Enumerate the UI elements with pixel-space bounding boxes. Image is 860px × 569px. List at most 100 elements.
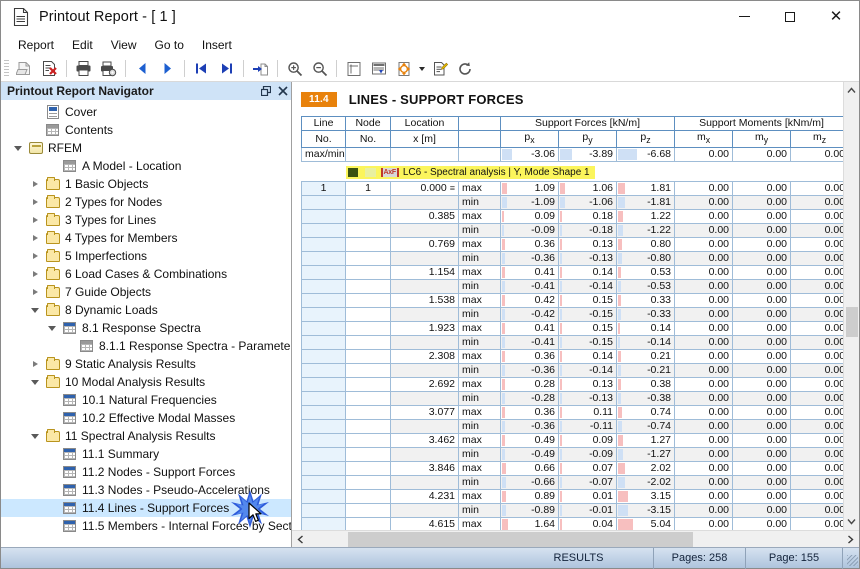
load-case-banner[interactable]: AxF LC6 - Spectral analysis | Y, Mode Sha… [302,166,844,182]
tree-item[interactable]: 10 Modal Analysis Results [1,373,291,391]
vertical-scroll-track[interactable] [844,99,859,513]
chevron-right-icon[interactable] [32,217,38,223]
chevron-right-icon[interactable] [32,235,38,241]
chevron-down-icon[interactable] [31,433,39,439]
tree-expander[interactable] [26,211,44,229]
tree-item[interactable]: 8 Dynamic Loads [1,301,291,319]
value-bar [502,197,507,209]
page-horizontal-scrollbar[interactable] [292,530,859,547]
delete-report-icon[interactable] [37,57,62,81]
value-bar [502,421,505,433]
toolbar-grip[interactable] [4,59,9,78]
chevron-down-icon[interactable] [14,145,22,151]
page-vertical-scrollbar[interactable] [843,82,859,530]
tree-expander[interactable] [26,229,44,247]
tree-item[interactable]: 6 Load Cases & Combinations [1,265,291,283]
tree-item[interactable]: 8.1.1 Response Spectra - Parameters [1,337,291,355]
value-bar [560,337,563,349]
tree-expander[interactable] [26,373,44,391]
next-page-icon[interactable] [155,57,180,81]
chevron-down-icon[interactable] [31,379,39,385]
tree-expander[interactable] [26,283,44,301]
zoom-out-icon[interactable] [307,57,332,81]
chevron-right-icon[interactable] [32,289,38,295]
tree-item[interactable]: Contents [1,121,291,139]
refresh-icon[interactable] [452,57,477,81]
scroll-right-arrow-icon[interactable] [842,531,859,548]
chevron-right-icon[interactable] [32,361,38,367]
tree-item[interactable]: 9 Static Analysis Results [1,355,291,373]
resize-grip-icon[interactable] [843,547,859,569]
table-icon [63,502,76,514]
tree-expander[interactable] [26,301,44,319]
tree-item[interactable]: 11.2 Nodes - Support Forces [1,463,291,481]
cell-node-no [345,391,391,407]
chevron-right-icon[interactable] [32,199,38,205]
header-footer-icon[interactable] [366,57,391,81]
tree-item[interactable]: 2 Types for Nodes [1,193,291,211]
tree-expander[interactable] [26,427,44,445]
horizontal-scroll-thumb[interactable] [348,531,693,547]
tree-expander[interactable] [26,355,44,373]
chevron-down-icon[interactable] [31,307,39,313]
scroll-down-arrow-icon[interactable] [844,513,859,530]
edit-report-icon[interactable] [427,57,452,81]
tree-item[interactable]: 10.1 Natural Frequencies [1,391,291,409]
close-button[interactable]: ✕ [813,1,859,33]
tree-item[interactable]: 10.2 Effective Modal Masses [1,409,291,427]
chevron-down-icon[interactable] [48,325,56,331]
tree-item[interactable]: 11.1 Summary [1,445,291,463]
tree-item[interactable]: 11.3 Nodes - Pseudo-Accelerations [1,481,291,499]
chevron-right-icon[interactable] [32,271,38,277]
chevron-right-icon[interactable] [32,181,38,187]
menu-goto[interactable]: Go to [147,36,194,55]
tree-expander[interactable] [26,247,44,265]
tree-item[interactable]: 5 Imperfections [1,247,291,265]
minimize-button[interactable] [721,1,767,33]
scroll-left-arrow-icon[interactable] [292,531,309,548]
tree-item[interactable]: 7 Guide Objects [1,283,291,301]
selection-dropdown-caret-icon[interactable] [416,57,427,81]
first-page-icon[interactable] [189,57,214,81]
open-report-icon[interactable] [12,57,37,81]
tree-expander[interactable] [9,139,27,157]
go-to-page-icon[interactable] [248,57,273,81]
horizontal-scroll-track[interactable] [309,531,842,548]
menu-insert[interactable]: Insert [194,36,242,55]
last-page-icon[interactable] [214,57,239,81]
tree-item[interactable]: 11.4 Lines - Support Forces [1,499,291,517]
window-title: Printout Report - [ 1 ] [39,9,176,25]
report-tree[interactable]: Cover Contents RFEM A Model - Location 1 Bas… [1,100,291,547]
scroll-up-arrow-icon[interactable] [844,82,859,99]
maximize-button[interactable] [767,1,813,33]
zoom-in-icon[interactable] [282,57,307,81]
tree-item[interactable]: 11 Spectral Analysis Results [1,427,291,445]
selection-icon[interactable] [391,57,416,81]
previous-page-icon[interactable] [130,57,155,81]
tree-expander[interactable] [26,193,44,211]
tree-expander[interactable] [43,319,61,337]
tree-expander[interactable] [26,175,44,193]
float-panel-icon[interactable] [257,83,274,99]
chevron-right-icon[interactable] [32,253,38,259]
print-settings-icon[interactable] [96,57,121,81]
tree-item[interactable]: 8.1 Response Spectra [1,319,291,337]
tree-expander[interactable] [26,265,44,283]
support-forces-data-table[interactable]: AxF LC6 - Spectral analysis | Y, Mode Sha… [301,166,843,530]
tree-item[interactable]: 1 Basic Objects [1,175,291,193]
menu-edit[interactable]: Edit [64,36,103,55]
tree-item[interactable]: Cover [1,103,291,121]
print-icon[interactable] [71,57,96,81]
close-panel-icon[interactable] [274,83,291,99]
page-setup-icon[interactable] [341,57,366,81]
vertical-scroll-thumb[interactable] [846,307,858,337]
tree-item[interactable]: A Model - Location [1,157,291,175]
toolbar-separator [66,60,67,77]
tree-item[interactable]: RFEM [1,139,291,157]
tree-item[interactable]: 3 Types for Lines [1,211,291,229]
support-forces-table[interactable]: Line Node Location Support Forces [kN/m]… [301,116,843,163]
menu-report[interactable]: Report [10,36,64,55]
menu-view[interactable]: View [103,36,147,55]
tree-item[interactable]: 11.5 Members - Internal Forces by Sectio… [1,517,291,535]
tree-item[interactable]: 4 Types for Members [1,229,291,247]
